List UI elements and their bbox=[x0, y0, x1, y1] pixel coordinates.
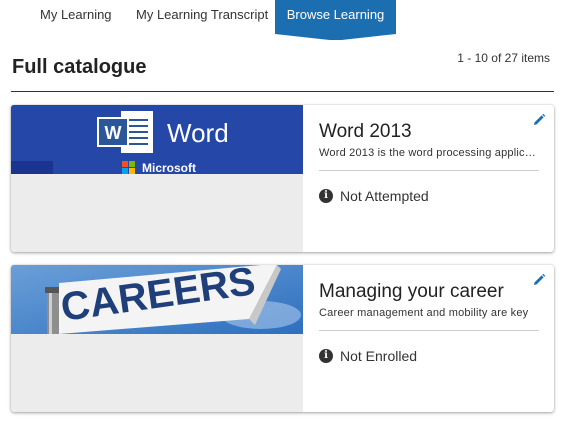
status-label: Not Enrolled bbox=[340, 348, 418, 364]
course-title[interactable]: Managing your career bbox=[319, 281, 504, 303]
course-card-word-2013[interactable]: W Word Microsoft Word 2013 Word 2013 is … bbox=[11, 105, 554, 252]
info-icon: i bbox=[319, 189, 333, 203]
svg-text:W: W bbox=[105, 123, 122, 143]
tab-bar: My Learning My Learning Transcript Brows… bbox=[0, 0, 564, 40]
info-icon: i bbox=[319, 349, 333, 363]
thumbnail-area: W Word Microsoft bbox=[11, 105, 303, 252]
card-divider bbox=[319, 330, 539, 331]
course-status: i Not Attempted bbox=[319, 188, 429, 204]
course-thumbnail-careers[interactable]: CAREERS bbox=[11, 265, 303, 334]
tab-my-learning-transcript[interactable]: My Learning Transcript bbox=[136, 0, 268, 30]
edit-pencil-icon[interactable] bbox=[532, 273, 546, 287]
card-divider bbox=[319, 170, 539, 171]
edit-pencil-icon[interactable] bbox=[532, 113, 546, 127]
thumbnail-area: CAREERS bbox=[11, 265, 303, 412]
status-label: Not Attempted bbox=[340, 188, 429, 204]
tab-browse-learning[interactable]: Browse Learning bbox=[275, 0, 396, 40]
page-title: Full catalogue bbox=[12, 56, 147, 78]
tab-my-learning[interactable]: My Learning bbox=[40, 0, 112, 30]
item-count: 1 - 10 of 27 items bbox=[457, 51, 550, 65]
course-description: Word 2013 is the word processing applica… bbox=[319, 147, 539, 159]
microsoft-brand-text: Microsoft bbox=[142, 161, 196, 174]
course-description: Career management and mobility are key bbox=[319, 307, 529, 319]
course-card-managing-your-career[interactable]: CAREERS Managing your career Career mana… bbox=[11, 265, 554, 412]
course-status: i Not Enrolled bbox=[319, 348, 417, 364]
word-logo-text: Word bbox=[167, 118, 229, 148]
course-title[interactable]: Word 2013 bbox=[319, 121, 412, 143]
course-thumbnail-word[interactable]: W Word Microsoft bbox=[11, 105, 303, 174]
header-divider bbox=[11, 91, 554, 92]
